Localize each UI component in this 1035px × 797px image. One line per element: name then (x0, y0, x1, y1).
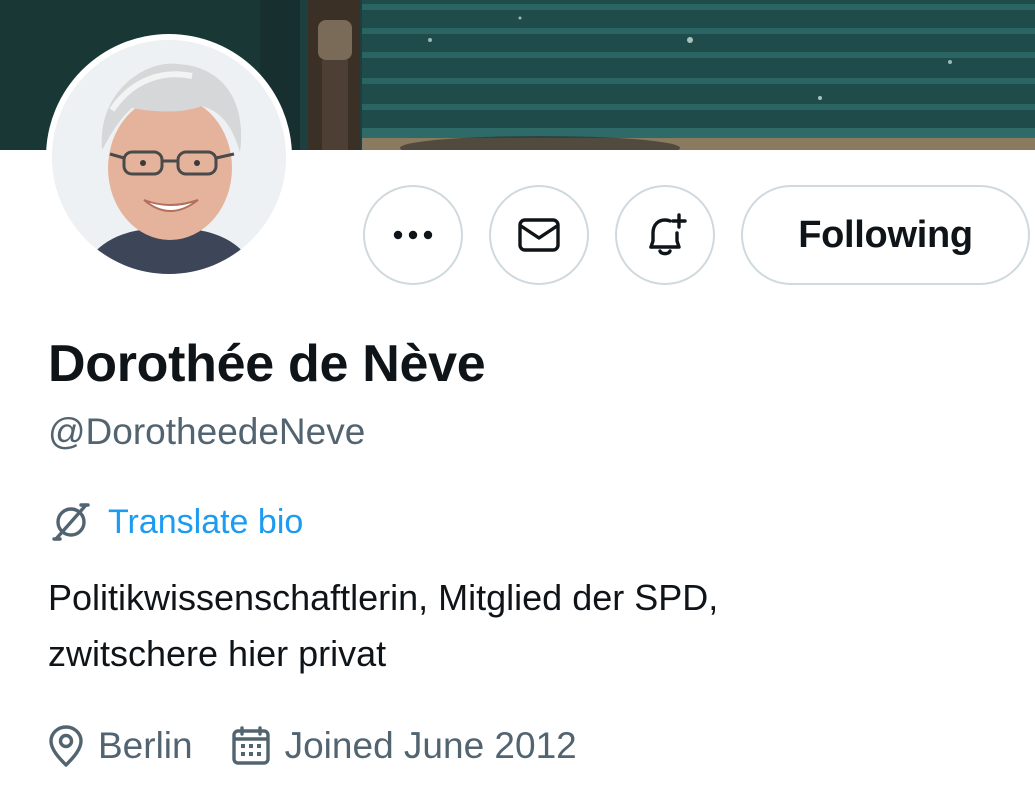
translate-bio-row[interactable]: Translate bio (48, 496, 303, 548)
user-handle: @DorotheedeNeve (48, 411, 366, 452)
profile-meta: Berlin Joined June 2012 (48, 718, 577, 774)
more-options-button[interactable] (363, 185, 463, 285)
display-name: Dorothée de Nève (48, 335, 486, 393)
message-button[interactable] (489, 185, 589, 285)
bio-line: zwitschere hier privat (48, 633, 387, 674)
following-button-label: Following (798, 213, 973, 256)
translate-bio-link[interactable]: Translate bio (108, 503, 303, 542)
notifications-button[interactable] (615, 185, 715, 285)
calendar-icon (231, 726, 271, 766)
profile-avatar[interactable] (46, 34, 292, 280)
translate-globe-icon (48, 499, 94, 545)
location-item: Berlin (48, 725, 193, 767)
joined-date-text: Joined June 2012 (284, 725, 577, 766)
location-text: Berlin (98, 725, 193, 766)
more-horizontal-icon (393, 229, 433, 241)
joined-item: Joined June 2012 (231, 725, 577, 767)
bio-line: Politikwissenschaftlerin, Mitglied der S… (48, 577, 719, 618)
following-button[interactable]: Following (741, 185, 1030, 285)
avatar-photo (52, 40, 286, 274)
map-pin-icon (48, 725, 84, 767)
profile-bio: Politikwissenschaftlerin, Mitglied der S… (48, 570, 1008, 682)
envelope-icon (518, 218, 560, 252)
bell-plus-icon (641, 211, 689, 259)
